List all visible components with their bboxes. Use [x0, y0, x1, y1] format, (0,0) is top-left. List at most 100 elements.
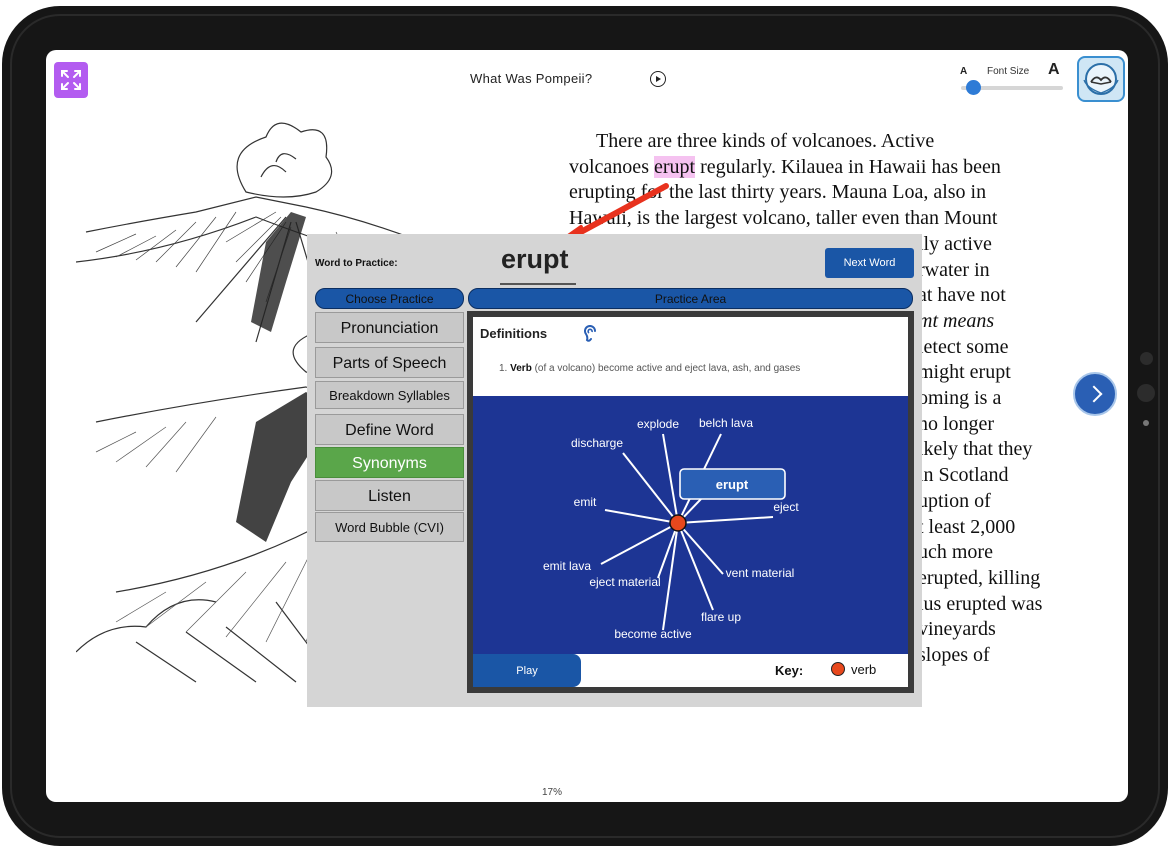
font-size-small-glyph: A: [960, 66, 968, 77]
synonym-connector: [662, 522, 679, 631]
definition-text: (of a volcano) become active and eject l…: [534, 363, 801, 374]
text-span: There are three kinds of volcanoes. Acti…: [596, 130, 935, 152]
synonym-label[interactable]: discharge: [571, 436, 623, 450]
text-span: mt means: [918, 309, 995, 332]
text-span: vineyards: [918, 618, 996, 641]
key-label: Key:: [775, 663, 804, 678]
text-line: no longer: [918, 413, 994, 436]
synonym-web: erupt explode belch lava discharge emit eject…: [543, 416, 799, 641]
practice-option-word-bubble-cvi[interactable]: Word Bubble (CVI): [315, 512, 464, 542]
text-line: volcanoes erupt regularly. Kilauea in Ha…: [569, 155, 1001, 179]
tablet-camera: [1143, 420, 1149, 426]
text-span: slopes of: [918, 644, 990, 666]
practice-option-breakdown-syllables[interactable]: Breakdown Syllables: [315, 381, 464, 409]
text-span: erupted, killing: [918, 566, 1041, 589]
play-circle-icon[interactable]: [650, 71, 666, 87]
next-word-button[interactable]: Next Word: [825, 248, 914, 278]
text-span: t least 2,000: [918, 515, 1016, 538]
practice-word: erupt: [501, 244, 569, 274]
text-span: regularly. Kilauea in Hawaii has been: [695, 155, 1001, 178]
text-line: in Scotland: [918, 464, 1009, 487]
fullscreen-button[interactable]: [54, 62, 88, 98]
synonym-connector: [622, 452, 679, 524]
synonym-connector: [677, 522, 714, 611]
synonym-connector: [677, 522, 724, 575]
synonym-label[interactable]: eject: [773, 500, 799, 514]
text-span: Hawaii, is the largest volcano, taller e…: [569, 207, 998, 230]
text-line: uption of: [918, 490, 991, 513]
listen-ear-icon[interactable]: [583, 325, 599, 343]
text-line: t least 2,000: [918, 516, 1015, 539]
text-line: erupted, killing: [918, 567, 1040, 590]
text-line: letect some: [918, 336, 1009, 359]
text-line: oming is a: [918, 387, 1001, 410]
word-underline: [500, 283, 576, 285]
synonym-label[interactable]: vent material: [726, 566, 795, 580]
verb-node: [669, 514, 687, 532]
synonym-connector: [662, 433, 679, 524]
text-span: erupting for the last thirty years. Maun…: [569, 181, 987, 204]
profile-button[interactable]: [1077, 56, 1125, 102]
text-span: might erupt: [918, 361, 1011, 384]
highlighted-word[interactable]: erupt: [653, 155, 696, 178]
text-line: might erupt: [918, 361, 1011, 384]
font-size-label: Font Size: [987, 66, 1030, 77]
synonym-label[interactable]: become active: [614, 627, 692, 641]
practice-controls: Play Key: verb: [473, 654, 908, 687]
text-line: ikely that they: [918, 438, 1032, 461]
practice-option-synonyms[interactable]: Synonyms: [315, 447, 464, 478]
text-span: at have not: [918, 284, 1006, 307]
text-line: rwater in: [918, 259, 990, 282]
definition-number: 1.: [499, 363, 508, 374]
synonym-label[interactable]: eject material: [589, 575, 660, 589]
text-line: There are three kinds of volcanoes. Acti…: [596, 130, 934, 153]
synonym-label[interactable]: belch lava: [699, 416, 753, 430]
definition-part-of-speech: Verb: [510, 363, 532, 374]
synonym-connector: [600, 522, 679, 565]
play-button[interactable]: Play: [473, 654, 581, 687]
practice-option-listen[interactable]: Listen: [315, 480, 464, 511]
practice-option-parts-of-speech[interactable]: Parts of Speech: [315, 347, 464, 378]
definitions-box: Definitions 1. Verb (of a volcano) becom…: [473, 317, 908, 396]
text-span: ikely that they: [918, 438, 1033, 461]
center-word-label: erupt: [716, 477, 749, 492]
text-line: at have not: [918, 284, 1006, 307]
book-badge-icon: [1083, 63, 1119, 95]
font-size-slider-thumb[interactable]: [965, 80, 981, 95]
text-line: mt means: [918, 310, 994, 333]
reader-screen: What Was Pompeii? A Font Size A There ar…: [46, 50, 1128, 802]
definition-entry: 1. Verb (of a volcano) become active and…: [499, 363, 800, 374]
tablet-side-button: [1137, 384, 1155, 402]
tablet-side-button: [1140, 352, 1153, 365]
word-to-practice-label: Word to Practice:: [315, 258, 398, 269]
choose-practice-header: Choose Practice: [315, 288, 464, 309]
text-span: uption of: [918, 489, 991, 512]
next-page-button[interactable]: [1073, 372, 1117, 416]
practice-area-header: Practice Area: [468, 288, 913, 309]
text-line: lly active: [918, 233, 992, 256]
synonym-label[interactable]: emit: [574, 495, 597, 509]
reading-progress: 17%: [542, 787, 563, 798]
text-line: erupting for the last thirty years. Maun…: [569, 181, 986, 204]
synonym-connector: [677, 516, 774, 524]
book-title: What Was Pompeii?: [470, 71, 593, 86]
word-practice-panel: Word to Practice: erupt Next Word Choose…: [307, 234, 922, 707]
key-verb-label: verb: [851, 662, 877, 677]
text-span: ius erupted was: [918, 592, 1043, 615]
synonym-connector: [604, 509, 679, 524]
practice-option-define-word[interactable]: Define Word: [315, 414, 464, 445]
synonym-label[interactable]: explode: [637, 417, 679, 431]
synonym-label[interactable]: emit lava: [543, 559, 591, 573]
text-line: ius erupted was: [918, 593, 1042, 616]
text-span: oming is a: [918, 387, 1002, 409]
definitions-title: Definitions: [480, 326, 548, 341]
synonym-label[interactable]: flare up: [701, 610, 741, 624]
text-line: uch more: [918, 541, 993, 564]
text-line: vineyards: [918, 618, 996, 641]
practice-option-pronunciation[interactable]: Pronunciation: [315, 312, 464, 343]
verb-key-dot: [831, 662, 845, 676]
text-span: lly active: [918, 232, 992, 255]
text-span: letect some: [918, 335, 1009, 358]
font-size-large-glyph: A: [1048, 61, 1060, 78]
text-line: slopes of: [918, 644, 990, 667]
